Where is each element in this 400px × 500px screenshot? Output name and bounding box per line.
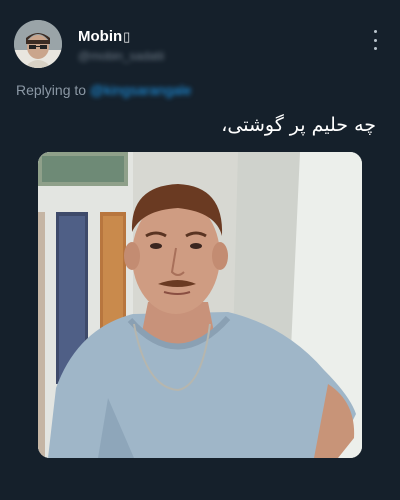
- replying-to: Replying to @kingsarangale: [16, 82, 191, 98]
- display-name[interactable]: Mobin▯: [78, 28, 130, 45]
- more-options-button[interactable]: [368, 30, 382, 50]
- user-handle[interactable]: @mobin_sadatii: [78, 49, 164, 63]
- tweet-media-image[interactable]: [38, 152, 362, 458]
- replying-to-label: Replying to: [16, 82, 87, 98]
- more-dot: [373, 30, 377, 33]
- tweet-text: چه حلیم پر گوشتی،: [221, 114, 376, 136]
- reply-mention-link[interactable]: @kingsarangale: [90, 82, 191, 98]
- avatar-image: [14, 20, 62, 68]
- display-name-text: Mobin: [78, 28, 123, 45]
- photo-man-in-tshirt: [38, 152, 362, 458]
- more-dot: [373, 38, 377, 42]
- more-dot: [373, 47, 377, 50]
- name-badge: ▯: [123, 29, 131, 44]
- avatar[interactable]: [14, 20, 62, 68]
